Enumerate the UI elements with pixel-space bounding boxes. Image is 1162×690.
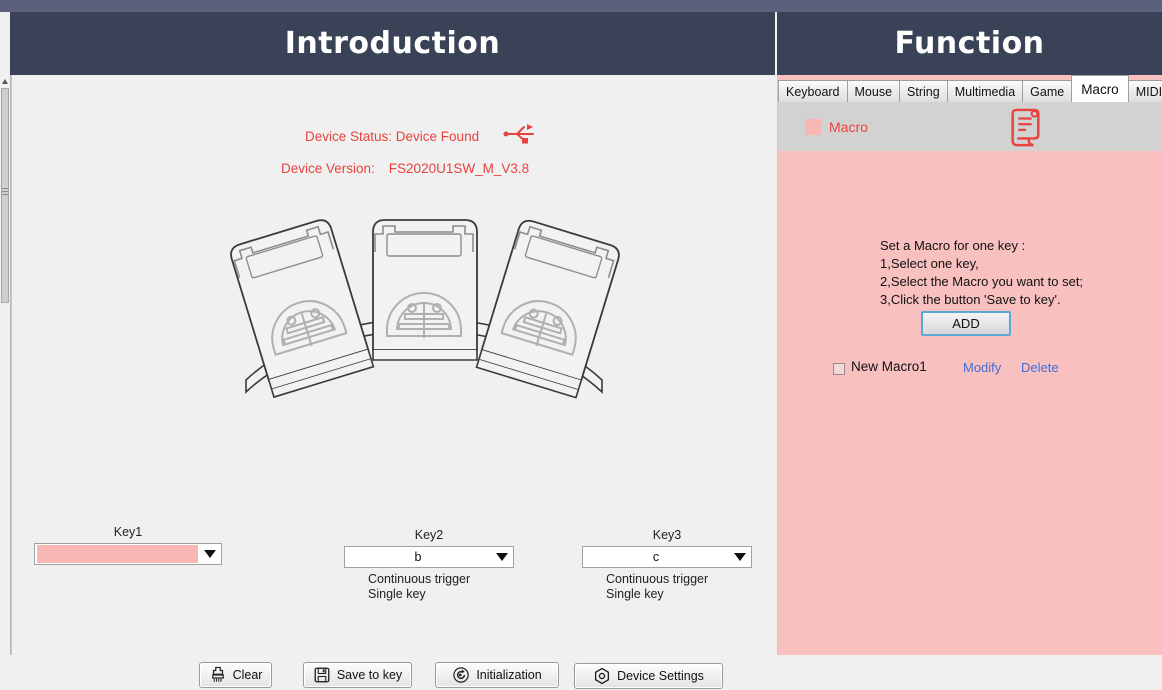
scrollbar-thumb[interactable] — [1, 88, 9, 303]
device-version-row: Device Version: FS2020U1SW_M_V3.8 — [281, 161, 529, 176]
clear-button-label: Clear — [232, 668, 263, 682]
refresh-circle-icon — [453, 667, 470, 683]
device-version-label: Device Version: — [281, 161, 375, 176]
function-header: Function — [777, 12, 1162, 75]
initialization-button[interactable]: Initialization — [435, 662, 559, 688]
key1-value — [37, 545, 198, 563]
macro-name: New Macro1 — [851, 359, 927, 374]
key3-mode: Continuous trigger Single key — [582, 572, 752, 602]
action-button-bar: Clear Save to key Initialization Device … — [12, 660, 776, 690]
macro-panel-header-label: Macro — [829, 119, 868, 135]
macro-delete-link[interactable]: Delete — [1021, 360, 1059, 375]
key3-label: Key3 — [652, 528, 682, 542]
scroll-document-icon — [1011, 108, 1040, 147]
vertical-scrollbar[interactable] — [0, 75, 11, 655]
usb-icon — [503, 124, 534, 144]
key1-label: Key1 — [113, 525, 143, 539]
key2-mode: Continuous trigger Single key — [344, 572, 514, 602]
macro-panel-header: Macro — [778, 102, 1162, 151]
tab-keyboard[interactable]: Keyboard — [778, 80, 848, 102]
tab-macro[interactable]: Macro — [1071, 75, 1129, 102]
clear-button[interactable]: Clear — [199, 662, 272, 688]
device-illustration — [230, 219, 620, 399]
hex-gear-icon — [595, 667, 610, 685]
introduction-panel: Device Status: Device Found Device Versi… — [11, 75, 775, 689]
device-status-text: Device Status: Device Found — [305, 129, 480, 144]
scrollbar-grip-icon — [2, 188, 8, 189]
tab-game[interactable]: Game — [1022, 80, 1073, 102]
key3-dropdown[interactable]: c — [582, 546, 752, 568]
window-top-strip — [0, 0, 1162, 12]
function-panel: Keyboard Mouse String Multimedia Game Ma… — [777, 75, 1162, 655]
tab-midi[interactable]: MIDI — [1127, 80, 1162, 102]
key3-value: c — [652, 550, 660, 564]
tab-string[interactable]: String — [899, 80, 948, 102]
tab-mouse[interactable]: Mouse — [846, 80, 901, 102]
page-title-introduction: Introduction — [284, 26, 501, 61]
device-version-value: FS2020U1SW_M_V3.8 — [388, 161, 530, 176]
key2-mode-line2: Single key — [368, 587, 426, 601]
macro-modify-link[interactable]: Modify — [963, 360, 1001, 375]
page-title-function: Function — [894, 26, 1045, 61]
device-settings-button-label: Device Settings — [617, 669, 704, 683]
chevron-down-icon[interactable] — [199, 544, 221, 564]
scroll-up-arrow-icon[interactable] — [0, 75, 10, 87]
save-to-key-button[interactable]: Save to key — [303, 662, 412, 688]
key2-label: Key2 — [414, 528, 444, 542]
brush-icon — [211, 666, 224, 682]
key1-dropdown[interactable] — [34, 543, 222, 565]
device-settings-button[interactable]: Device Settings — [574, 663, 723, 689]
tab-multimedia[interactable]: Multimedia — [946, 80, 1024, 102]
introduction-header: Introduction — [10, 12, 775, 75]
save-to-key-button-label: Save to key — [336, 668, 403, 682]
macro-color-swatch — [805, 119, 821, 135]
key3-mode-line1: Continuous trigger — [606, 572, 709, 586]
app-window: Introduction Function Device Status: Dev… — [0, 0, 1162, 689]
macro-panel-body: Set a Macro for one key : 1,Select one k… — [778, 151, 1162, 655]
key2-mode-line1: Continuous trigger — [368, 572, 471, 586]
macro-list-item: New Macro1 Modify Delete — [778, 357, 1162, 383]
chevron-down-icon[interactable] — [491, 547, 513, 567]
function-tabbar: Keyboard Mouse String Multimedia Game Ma… — [778, 75, 1162, 102]
add-macro-button[interactable]: ADD — [921, 311, 1011, 336]
key3-mode-line2: Single key — [606, 587, 664, 601]
key1-block: Key1 — [34, 525, 222, 569]
macro-checkbox[interactable] — [833, 363, 845, 375]
key3-block: Key3 c Continuous trigger Single key — [582, 528, 752, 602]
floppy-disk-icon — [314, 667, 330, 683]
key2-block: Key2 b Continuous trigger Single key — [344, 528, 514, 602]
key2-dropdown[interactable]: b — [344, 546, 514, 568]
macro-instructions: Set a Macro for one key : 1,Select one k… — [880, 238, 1084, 307]
chevron-down-icon[interactable] — [729, 547, 751, 567]
initialization-button-label: Initialization — [476, 668, 542, 682]
key2-value: b — [414, 550, 422, 564]
